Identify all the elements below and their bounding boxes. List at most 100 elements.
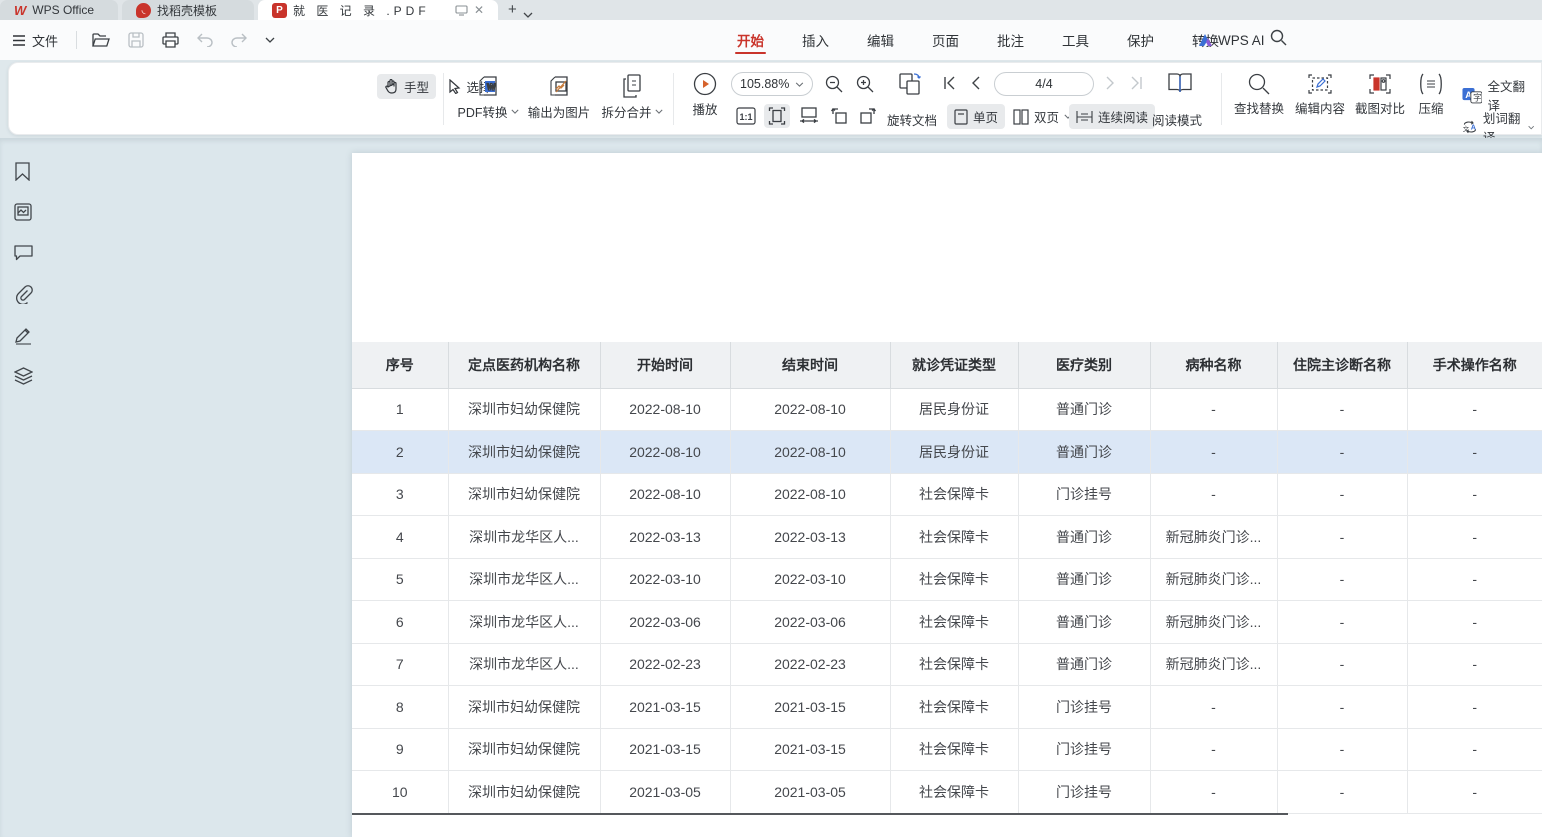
divider	[76, 31, 77, 49]
table-cell: -	[1407, 516, 1542, 559]
edit-content-icon	[1308, 73, 1332, 95]
table-cell: 2022-03-06	[600, 601, 730, 644]
save-icon[interactable]	[119, 32, 153, 48]
table-cell: 深圳市龙华区人...	[448, 558, 600, 601]
menu-tab[interactable]: 插入	[800, 20, 831, 60]
svg-text:文: 文	[1463, 124, 1470, 133]
pdf-convert-button[interactable]: W PDF转换	[455, 73, 521, 121]
table-cell: 普通门诊	[1018, 516, 1150, 559]
signature-icon[interactable]	[14, 326, 33, 345]
table-header-cell: 定点医药机构名称	[448, 342, 600, 388]
rotate-right-icon[interactable]	[858, 106, 878, 125]
rotate-left-icon[interactable]	[829, 106, 849, 125]
undo-icon[interactable]	[188, 33, 222, 47]
table-cell: 2022-02-23	[600, 643, 730, 686]
table-cell: -	[1150, 686, 1277, 729]
comment-icon[interactable]	[14, 244, 33, 263]
table-header-cell: 开始时间	[600, 342, 730, 388]
zoom-out-icon[interactable]	[825, 75, 843, 93]
split-merge-button[interactable]: 拆分合并	[597, 73, 667, 121]
thumbnail-icon[interactable]	[14, 203, 33, 222]
menu-tab[interactable]: 保护	[1125, 20, 1156, 60]
redo-icon[interactable]	[222, 33, 256, 47]
tab-medical-record-pdf[interactable]: P 就 医 记 录 .PDF ✕	[258, 0, 498, 20]
single-page-button[interactable]: 单页	[947, 104, 1005, 129]
menu-search-icon[interactable]	[1270, 29, 1287, 46]
table-cell: -	[1407, 558, 1542, 601]
table-cell: 2022-08-10	[730, 473, 890, 516]
table-header-cell: 病种名称	[1150, 342, 1277, 388]
table-cell: 社会保障卡	[890, 643, 1018, 686]
chevron-down-icon	[511, 109, 519, 114]
table-cell: 9	[352, 728, 448, 771]
menu-tab[interactable]: 编辑	[865, 20, 896, 60]
chevron-down-icon	[795, 82, 804, 87]
fit-page-icon	[768, 107, 786, 125]
actual-size-button[interactable]: 1:1	[736, 107, 756, 125]
screenshot-compare-button[interactable]: 截图对比	[1351, 73, 1409, 117]
page-number-input[interactable]: 4/4	[994, 72, 1094, 96]
swap-pages-icon[interactable]	[897, 71, 923, 97]
table-cell: 社会保障卡	[890, 771, 1018, 814]
docer-icon: ◟	[136, 3, 151, 18]
wps-ai-button[interactable]: WPS AI	[1197, 20, 1265, 60]
table-cell: 深圳市妇幼保健院	[448, 771, 600, 814]
table-cell: -	[1407, 686, 1542, 729]
compress-label: 压缩	[1418, 98, 1443, 117]
zoom-level-select[interactable]: 105.88%	[731, 72, 813, 96]
export-image-icon	[547, 73, 571, 99]
tab-wps-office[interactable]: W WPS Office	[0, 0, 118, 20]
document-area: 序号定点医药机构名称开始时间结束时间就诊凭证类型医疗类别病种名称住院主诊断名称手…	[0, 138, 1542, 837]
table-cell: 门诊挂号	[1018, 686, 1150, 729]
table-cell: 2021-03-15	[600, 686, 730, 729]
tab-list-chevron-icon[interactable]	[523, 12, 533, 20]
layers-icon[interactable]	[14, 367, 33, 386]
table-cell: 社会保障卡	[890, 728, 1018, 771]
export-image-button[interactable]: 输出为图片	[523, 73, 595, 121]
table-cell: -	[1277, 728, 1407, 771]
table-cell: 深圳市妇幼保健院	[448, 388, 600, 431]
new-tab-button[interactable]: +	[498, 1, 523, 20]
hand-tool-button[interactable]: 手型	[377, 74, 436, 99]
close-tab-icon[interactable]: ✕	[474, 3, 484, 17]
edit-content-button[interactable]: 编辑内容	[1291, 73, 1349, 117]
menu-tab[interactable]: 页面	[930, 20, 961, 60]
attachment-icon[interactable]	[14, 285, 33, 304]
menu-tab[interactable]: 开始	[735, 20, 766, 60]
fit-page-button[interactable]	[764, 104, 790, 128]
next-page-icon[interactable]	[1105, 76, 1115, 90]
table-cell: 普通门诊	[1018, 431, 1150, 474]
tab-docer-templates[interactable]: ◟ 找稻壳模板	[122, 0, 254, 20]
table-cell: -	[1277, 601, 1407, 644]
zoom-in-icon[interactable]	[856, 75, 874, 93]
table-cell: 新冠肺炎门诊...	[1150, 558, 1277, 601]
rotate-doc-label[interactable]: 旋转文档	[887, 110, 937, 129]
find-replace-icon	[1248, 73, 1270, 95]
previous-page-icon[interactable]	[971, 76, 981, 90]
full-translate-icon: A 字	[1462, 87, 1482, 104]
table-header-row: 序号定点医药机构名称开始时间结束时间就诊凭证类型医疗类别病种名称住院主诊断名称手…	[352, 342, 1542, 388]
table-cell: -	[1150, 728, 1277, 771]
quickbar-chevron-icon[interactable]	[256, 37, 284, 43]
menu-tab[interactable]: 批注	[995, 20, 1026, 60]
bookmark-icon[interactable]	[14, 162, 33, 181]
menu-tab[interactable]: 工具	[1060, 20, 1091, 60]
table-cell: 5	[352, 558, 448, 601]
continuous-read-button[interactable]: 连续阅读	[1069, 104, 1155, 129]
play-button[interactable]: 播放	[683, 72, 727, 118]
last-page-icon[interactable]	[1129, 76, 1143, 90]
open-file-icon[interactable]	[83, 33, 119, 48]
read-mode-label[interactable]: 阅读模式	[1152, 110, 1202, 129]
tab-label: 就 医 记 录 .PDF	[293, 2, 430, 19]
table-cell: 社会保障卡	[890, 473, 1018, 516]
continuous-read-label: 连续阅读	[1098, 107, 1148, 126]
first-page-icon[interactable]	[943, 76, 957, 90]
table-cell: 2022-03-10	[730, 558, 890, 601]
fit-width-icon[interactable]	[799, 107, 819, 124]
read-mode-icon[interactable]	[1167, 71, 1193, 95]
file-menu-button[interactable]: 文件	[0, 31, 70, 50]
compress-button[interactable]: 压缩	[1411, 73, 1451, 117]
print-icon[interactable]	[153, 32, 188, 48]
find-replace-button[interactable]: 查找替换	[1231, 73, 1287, 117]
screen-share-icon[interactable]	[455, 5, 468, 16]
